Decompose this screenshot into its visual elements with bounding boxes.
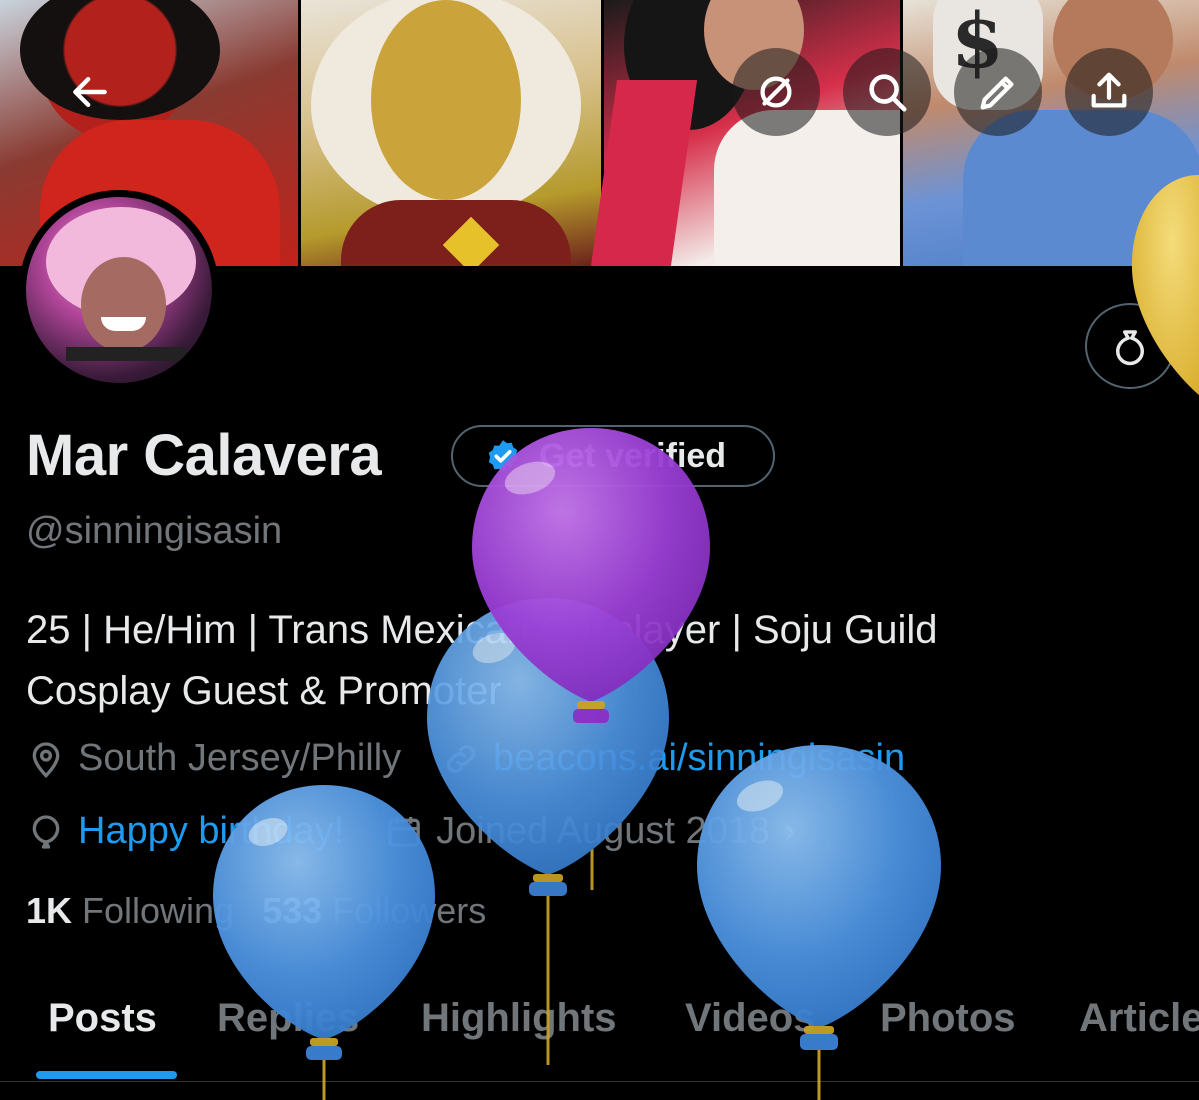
back-button[interactable] bbox=[46, 48, 134, 136]
back-arrow-icon bbox=[73, 76, 107, 108]
search-icon bbox=[869, 74, 907, 112]
search-button[interactable] bbox=[843, 48, 931, 136]
followers-label: Followers bbox=[332, 890, 487, 931]
profile-name: Mar Calavera bbox=[26, 423, 382, 488]
tab-videos[interactable]: Videos bbox=[685, 990, 815, 1041]
follow-counts: 1K Following 533 Followers bbox=[26, 890, 514, 932]
following-count: 1K bbox=[26, 890, 73, 931]
profile-handle: @sinningisasin bbox=[26, 510, 283, 552]
calendar-icon bbox=[388, 816, 420, 847]
share-button[interactable] bbox=[1065, 48, 1153, 136]
gift-button[interactable] bbox=[1085, 303, 1175, 389]
banner-photo-2 bbox=[301, 0, 601, 266]
tab-photos[interactable]: Photos bbox=[880, 990, 1016, 1041]
grok-icon bbox=[760, 76, 792, 108]
profile-avatar[interactable] bbox=[19, 190, 219, 390]
banner-photo-3 bbox=[590, 0, 900, 266]
joined-text: Joined August 2018 bbox=[436, 810, 770, 852]
tab-articles[interactable]: Articles bbox=[1079, 990, 1199, 1041]
birthday-item: Happy birthday! bbox=[26, 810, 344, 853]
website-link[interactable]: beacons.ai/sinningisasin bbox=[441, 737, 905, 780]
following-label: Following bbox=[82, 890, 235, 931]
pencil-icon bbox=[980, 76, 1014, 110]
active-tab-indicator bbox=[36, 1071, 177, 1079]
profile-bio: 25 | He/Him | Trans Mexican Cosplayer | … bbox=[26, 600, 1066, 722]
location-item: South Jersey/Philly bbox=[26, 737, 401, 780]
gift-icon bbox=[1116, 330, 1144, 366]
link-icon bbox=[447, 744, 476, 773]
get-verified-button[interactable]: Get verified bbox=[451, 425, 775, 487]
followers-count: 533 bbox=[262, 890, 323, 931]
chevron-right-icon: › bbox=[784, 812, 796, 850]
bio-line-2: Cosplay Guest & Promoter bbox=[26, 669, 502, 713]
profile-meta-row-2: Happy birthday! Joined August 2018 › bbox=[26, 810, 835, 853]
profile-tabs: Posts Replies Highlights Videos Photos A… bbox=[0, 990, 1199, 1080]
get-verified-label: Get verified bbox=[539, 436, 727, 475]
tab-replies[interactable]: Replies bbox=[217, 990, 359, 1041]
share-icon bbox=[1091, 72, 1127, 108]
tab-posts[interactable]: Posts bbox=[48, 990, 157, 1041]
followers-link[interactable]: 533 Followers bbox=[262, 890, 486, 932]
joined-item[interactable]: Joined August 2018 › bbox=[384, 810, 795, 853]
balloon-icon bbox=[32, 814, 60, 849]
website-text[interactable]: beacons.ai/sinningisasin bbox=[493, 737, 905, 780]
location-text: South Jersey/Philly bbox=[78, 737, 402, 779]
tabs-divider bbox=[0, 1081, 1199, 1082]
edit-button[interactable] bbox=[954, 48, 1042, 136]
profile-meta-row-1: South Jersey/Philly beacons.ai/sinningis… bbox=[26, 737, 945, 780]
following-link[interactable]: 1K Following bbox=[26, 890, 234, 932]
banner-photo-4: $ bbox=[903, 0, 1199, 266]
verified-badge-icon bbox=[488, 440, 518, 472]
tab-highlights[interactable]: Highlights bbox=[421, 990, 617, 1041]
bio-line-1: 25 | He/Him | Trans Mexican Cosplayer | … bbox=[26, 608, 938, 652]
grok-button[interactable] bbox=[732, 48, 820, 136]
birthday-text[interactable]: Happy birthday! bbox=[78, 810, 344, 853]
location-pin-icon bbox=[32, 741, 60, 778]
